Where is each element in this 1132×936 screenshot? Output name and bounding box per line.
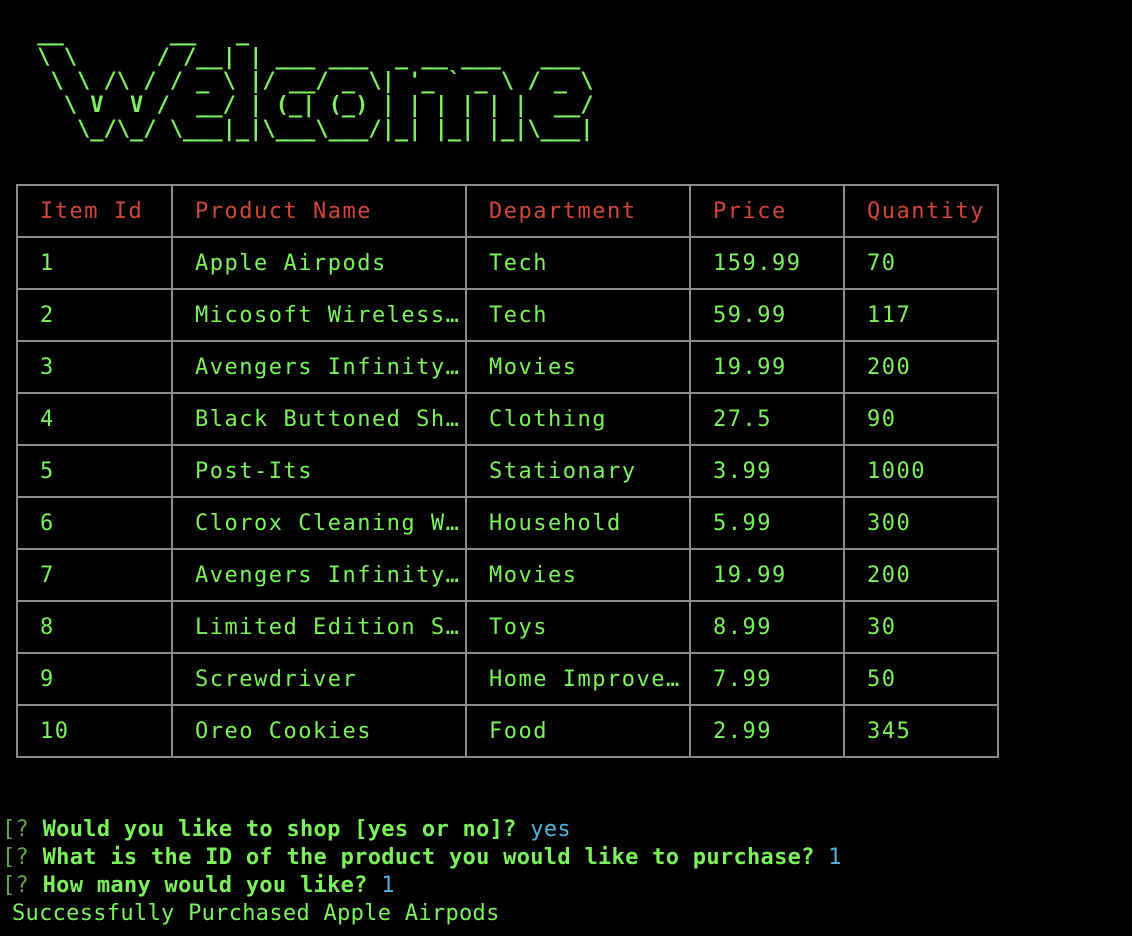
quantity-prompt-line: [? How many would you like? 1	[2, 872, 842, 900]
table-row: 6 Clorox Cleaning W… Household 5.99 300	[16, 496, 999, 550]
cell-price: 8.99	[689, 600, 845, 654]
cell-department: Tech	[465, 288, 691, 342]
cell-product-name: Micosoft Wireless…	[171, 288, 467, 342]
cell-product-name: Oreo Cookies	[171, 704, 467, 758]
cell-department: Toys	[465, 600, 691, 654]
cell-department: Tech	[465, 236, 691, 290]
prompt-marker: [?	[2, 873, 30, 898]
cell-department: Home Improve…	[465, 652, 691, 706]
cell-product-name: Avengers Infinity…	[171, 548, 467, 602]
table-row: 3 Avengers Infinity… Movies 19.99 200	[16, 340, 999, 394]
table-row: 9 Screwdriver Home Improve… 7.99 50	[16, 652, 999, 706]
cell-product-name: Avengers Infinity…	[171, 340, 467, 394]
cell-product-name: Post-Its	[171, 444, 467, 498]
terminal-window[interactable]: __ __ _ \ \ / /__| | ___ ___ _ __ ___ __…	[0, 0, 1132, 936]
quantity-answer: 1	[381, 873, 395, 898]
cell-quantity: 1000	[843, 444, 999, 498]
header-quantity: Quantity	[843, 184, 999, 238]
table-row: 5 Post-Its Stationary 3.99 1000	[16, 444, 999, 498]
cell-department: Movies	[465, 548, 691, 602]
cell-price: 3.99	[689, 444, 845, 498]
prompt-marker: [?	[2, 817, 30, 842]
cell-quantity: 70	[843, 236, 999, 290]
header-item-id: Item Id	[16, 184, 173, 238]
cell-quantity: 30	[843, 600, 999, 654]
cell-product-name: Black Buttoned Sh…	[171, 392, 467, 446]
cell-quantity: 345	[843, 704, 999, 758]
cell-item-id: 6	[16, 496, 173, 550]
cell-price: 2.99	[689, 704, 845, 758]
cell-price: 59.99	[689, 288, 845, 342]
welcome-ascii-banner: __ __ _ \ \ / /__| | ___ ___ _ __ ___ __…	[37, 21, 594, 142]
cell-department: Stationary	[465, 444, 691, 498]
console-output[interactable]: [? Would you like to shop [yes or no]? y…	[2, 816, 842, 928]
cell-price: 5.99	[689, 496, 845, 550]
cell-product-name: Apple Airpods	[171, 236, 467, 290]
cell-price: 159.99	[689, 236, 845, 290]
cell-item-id: 10	[16, 704, 173, 758]
purchase-result-message: Successfully Purchased Apple Airpods	[12, 901, 500, 926]
cell-quantity: 200	[843, 340, 999, 394]
cell-price: 27.5	[689, 392, 845, 446]
header-product-name: Product Name	[171, 184, 467, 238]
header-price: Price	[689, 184, 845, 238]
table-row: 4 Black Buttoned Sh… Clothing 27.5 90	[16, 392, 999, 446]
header-department: Department	[465, 184, 691, 238]
cell-item-id: 3	[16, 340, 173, 394]
cell-quantity: 300	[843, 496, 999, 550]
cell-department: Household	[465, 496, 691, 550]
cell-item-id: 8	[16, 600, 173, 654]
cell-price: 7.99	[689, 652, 845, 706]
quantity-question: How many would you like?	[42, 873, 368, 898]
cell-price: 19.99	[689, 340, 845, 394]
cell-product-name: Limited Edition S…	[171, 600, 467, 654]
cell-quantity: 200	[843, 548, 999, 602]
cell-item-id: 1	[16, 236, 173, 290]
table-row: 7 Avengers Infinity… Movies 19.99 200	[16, 548, 999, 602]
table-body: 1 Apple Airpods Tech 159.99 70 2 Micosof…	[16, 236, 999, 758]
product-id-question: What is the ID of the product you would …	[42, 845, 815, 870]
cell-product-name: Clorox Cleaning W…	[171, 496, 467, 550]
product-table: Item Id Product Name Department Price Qu…	[16, 184, 999, 758]
cell-department: Movies	[465, 340, 691, 394]
shop-answer: yes	[530, 817, 571, 842]
table-header-row: Item Id Product Name Department Price Qu…	[16, 184, 999, 238]
shop-question: Would you like to shop [yes or no]?	[42, 817, 517, 842]
cell-quantity: 117	[843, 288, 999, 342]
cell-quantity: 90	[843, 392, 999, 446]
cell-department: Clothing	[465, 392, 691, 446]
cell-price: 19.99	[689, 548, 845, 602]
product-id-prompt-line: [? What is the ID of the product you wou…	[2, 844, 842, 872]
cell-item-id: 9	[16, 652, 173, 706]
product-id-answer: 1	[828, 845, 842, 870]
cell-item-id: 2	[16, 288, 173, 342]
table-row: 10 Oreo Cookies Food 2.99 345	[16, 704, 999, 758]
prompt-marker: [?	[2, 845, 30, 870]
table-row: 8 Limited Edition S… Toys 8.99 30	[16, 600, 999, 654]
cell-product-name: Screwdriver	[171, 652, 467, 706]
cell-department: Food	[465, 704, 691, 758]
shop-prompt-line: [? Would you like to shop [yes or no]? y…	[2, 816, 842, 844]
cell-item-id: 5	[16, 444, 173, 498]
cell-item-id: 7	[16, 548, 173, 602]
table-row: 1 Apple Airpods Tech 159.99 70	[16, 236, 999, 290]
cell-quantity: 50	[843, 652, 999, 706]
cell-item-id: 4	[16, 392, 173, 446]
table-row: 2 Micosoft Wireless… Tech 59.99 117	[16, 288, 999, 342]
